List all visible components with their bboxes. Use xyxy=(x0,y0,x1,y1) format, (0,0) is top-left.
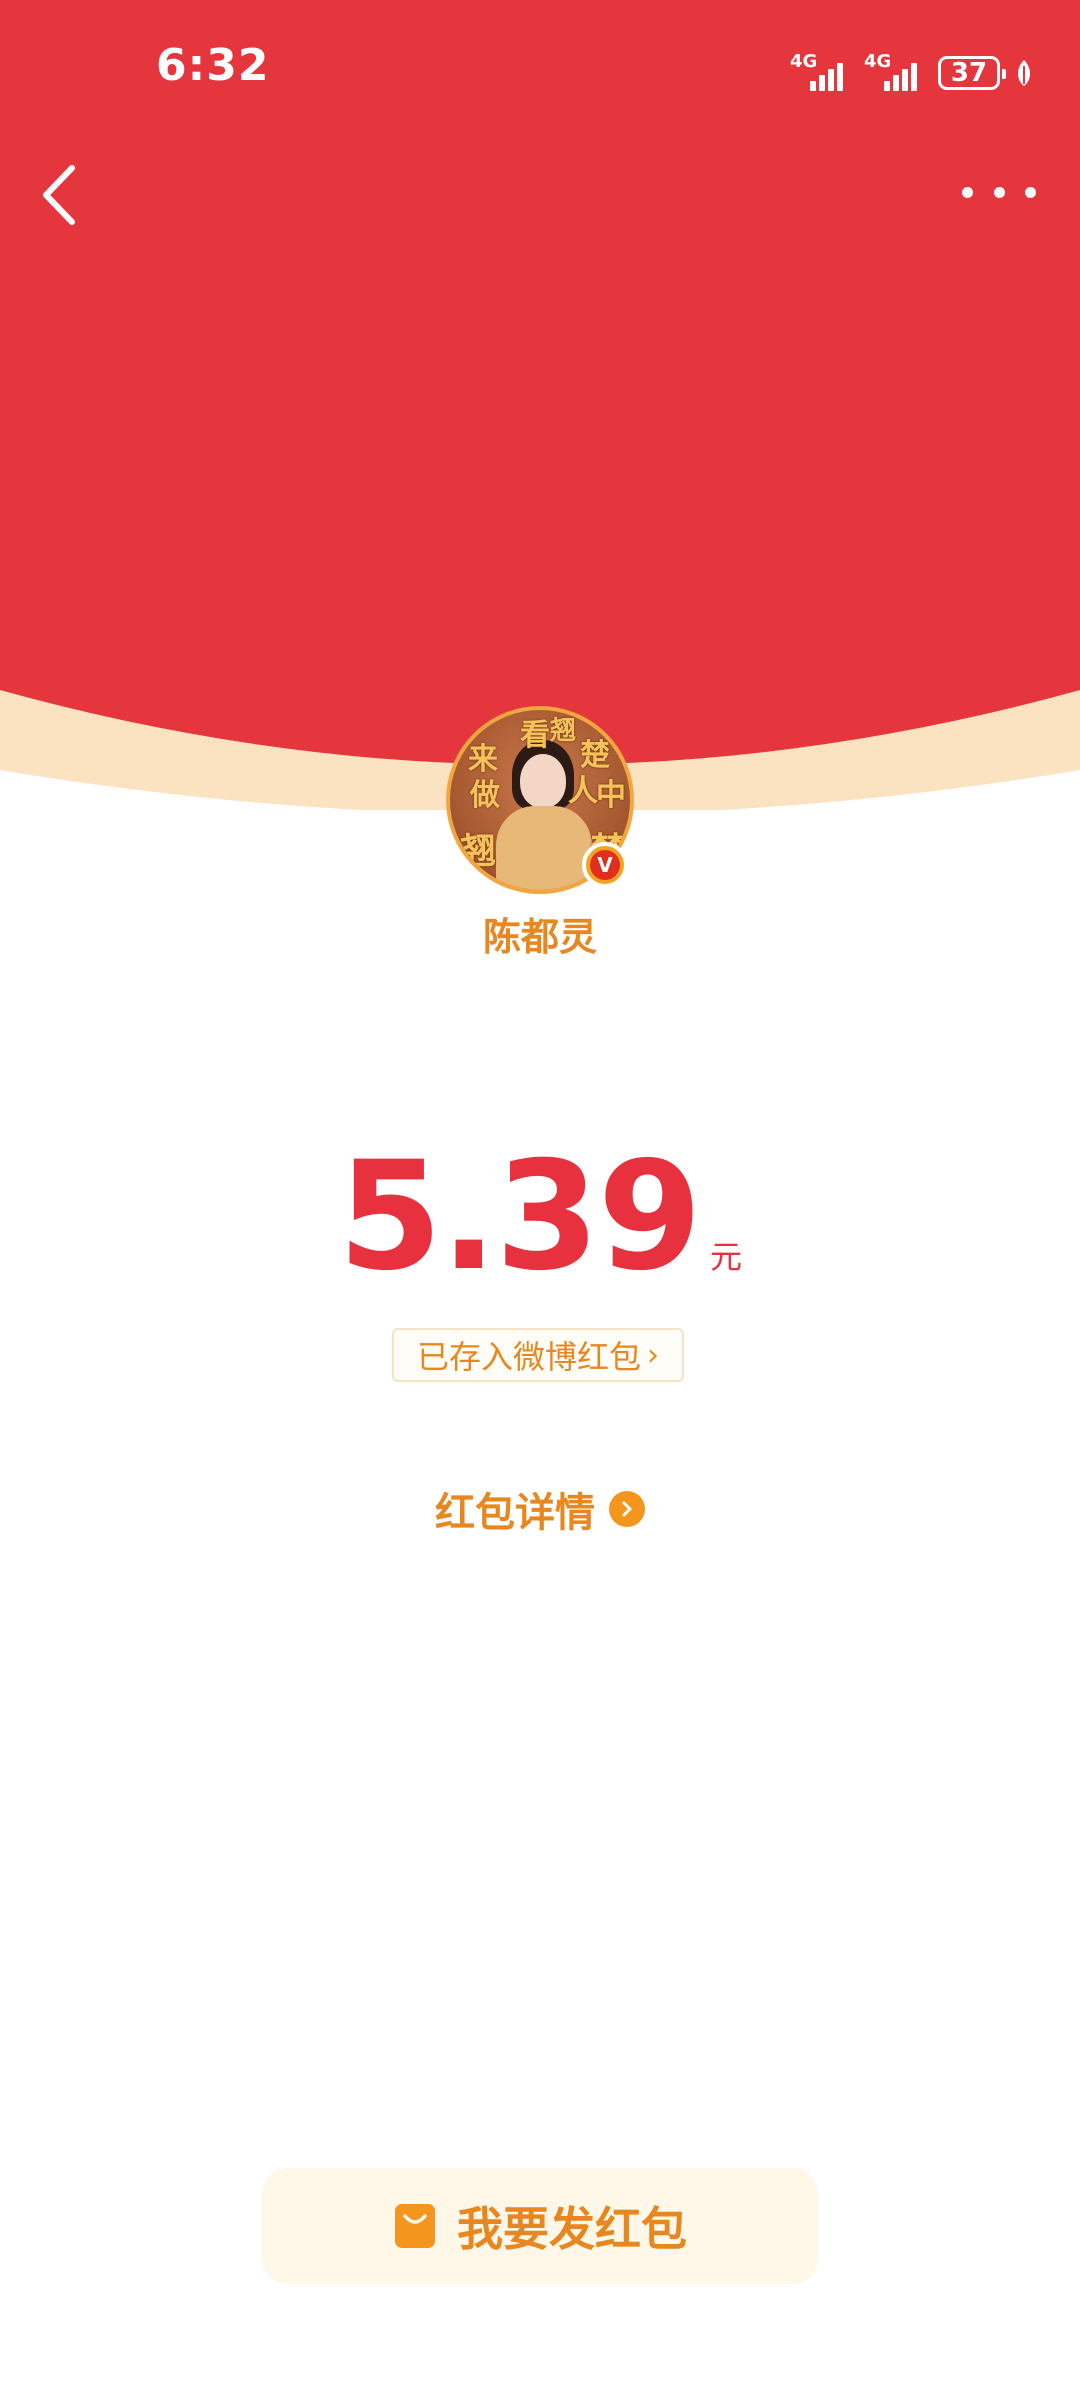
sender-name[interactable]: 陈都灵 xyxy=(0,906,1080,961)
battery-icon: 37 xyxy=(938,56,1006,90)
amount-value: 5.39 xyxy=(337,1130,702,1304)
signal-icon: 4G xyxy=(790,51,850,95)
send-red-packet-label: 我要发红包 xyxy=(457,2202,687,2256)
status-icons: 4G 4G 37 xyxy=(790,48,1034,98)
signal-icon: 4G xyxy=(864,51,924,95)
arrow-circle-icon xyxy=(609,1491,645,1527)
more-button[interactable] xyxy=(962,172,1036,212)
send-red-packet-button[interactable]: 我要发红包 xyxy=(262,2168,818,2284)
back-button[interactable] xyxy=(36,160,86,230)
back-chevron-icon xyxy=(43,165,75,225)
red-packet-header xyxy=(0,0,1080,810)
amount-unit: 元 xyxy=(710,1238,743,1276)
more-dots-icon xyxy=(962,186,973,198)
leaf-icon xyxy=(1018,60,1030,86)
status-time: 6:32 xyxy=(156,40,270,91)
red-packet-detail-link[interactable]: 红包详情 xyxy=(0,1480,1080,1538)
chevron-right-icon: › xyxy=(647,1337,659,1373)
verified-badge-icon: V xyxy=(582,842,628,888)
red-packet-bag-icon xyxy=(395,2204,435,2248)
header-shape xyxy=(0,0,1080,810)
saved-to-wallet-label: 已存入微博红包 xyxy=(416,1338,641,1376)
amount-display: 5.39 元 xyxy=(0,1130,1080,1304)
red-packet-detail-label: 红包详情 xyxy=(435,1490,595,1536)
saved-to-wallet-link[interactable]: 已存入微博红包 › xyxy=(392,1328,684,1382)
